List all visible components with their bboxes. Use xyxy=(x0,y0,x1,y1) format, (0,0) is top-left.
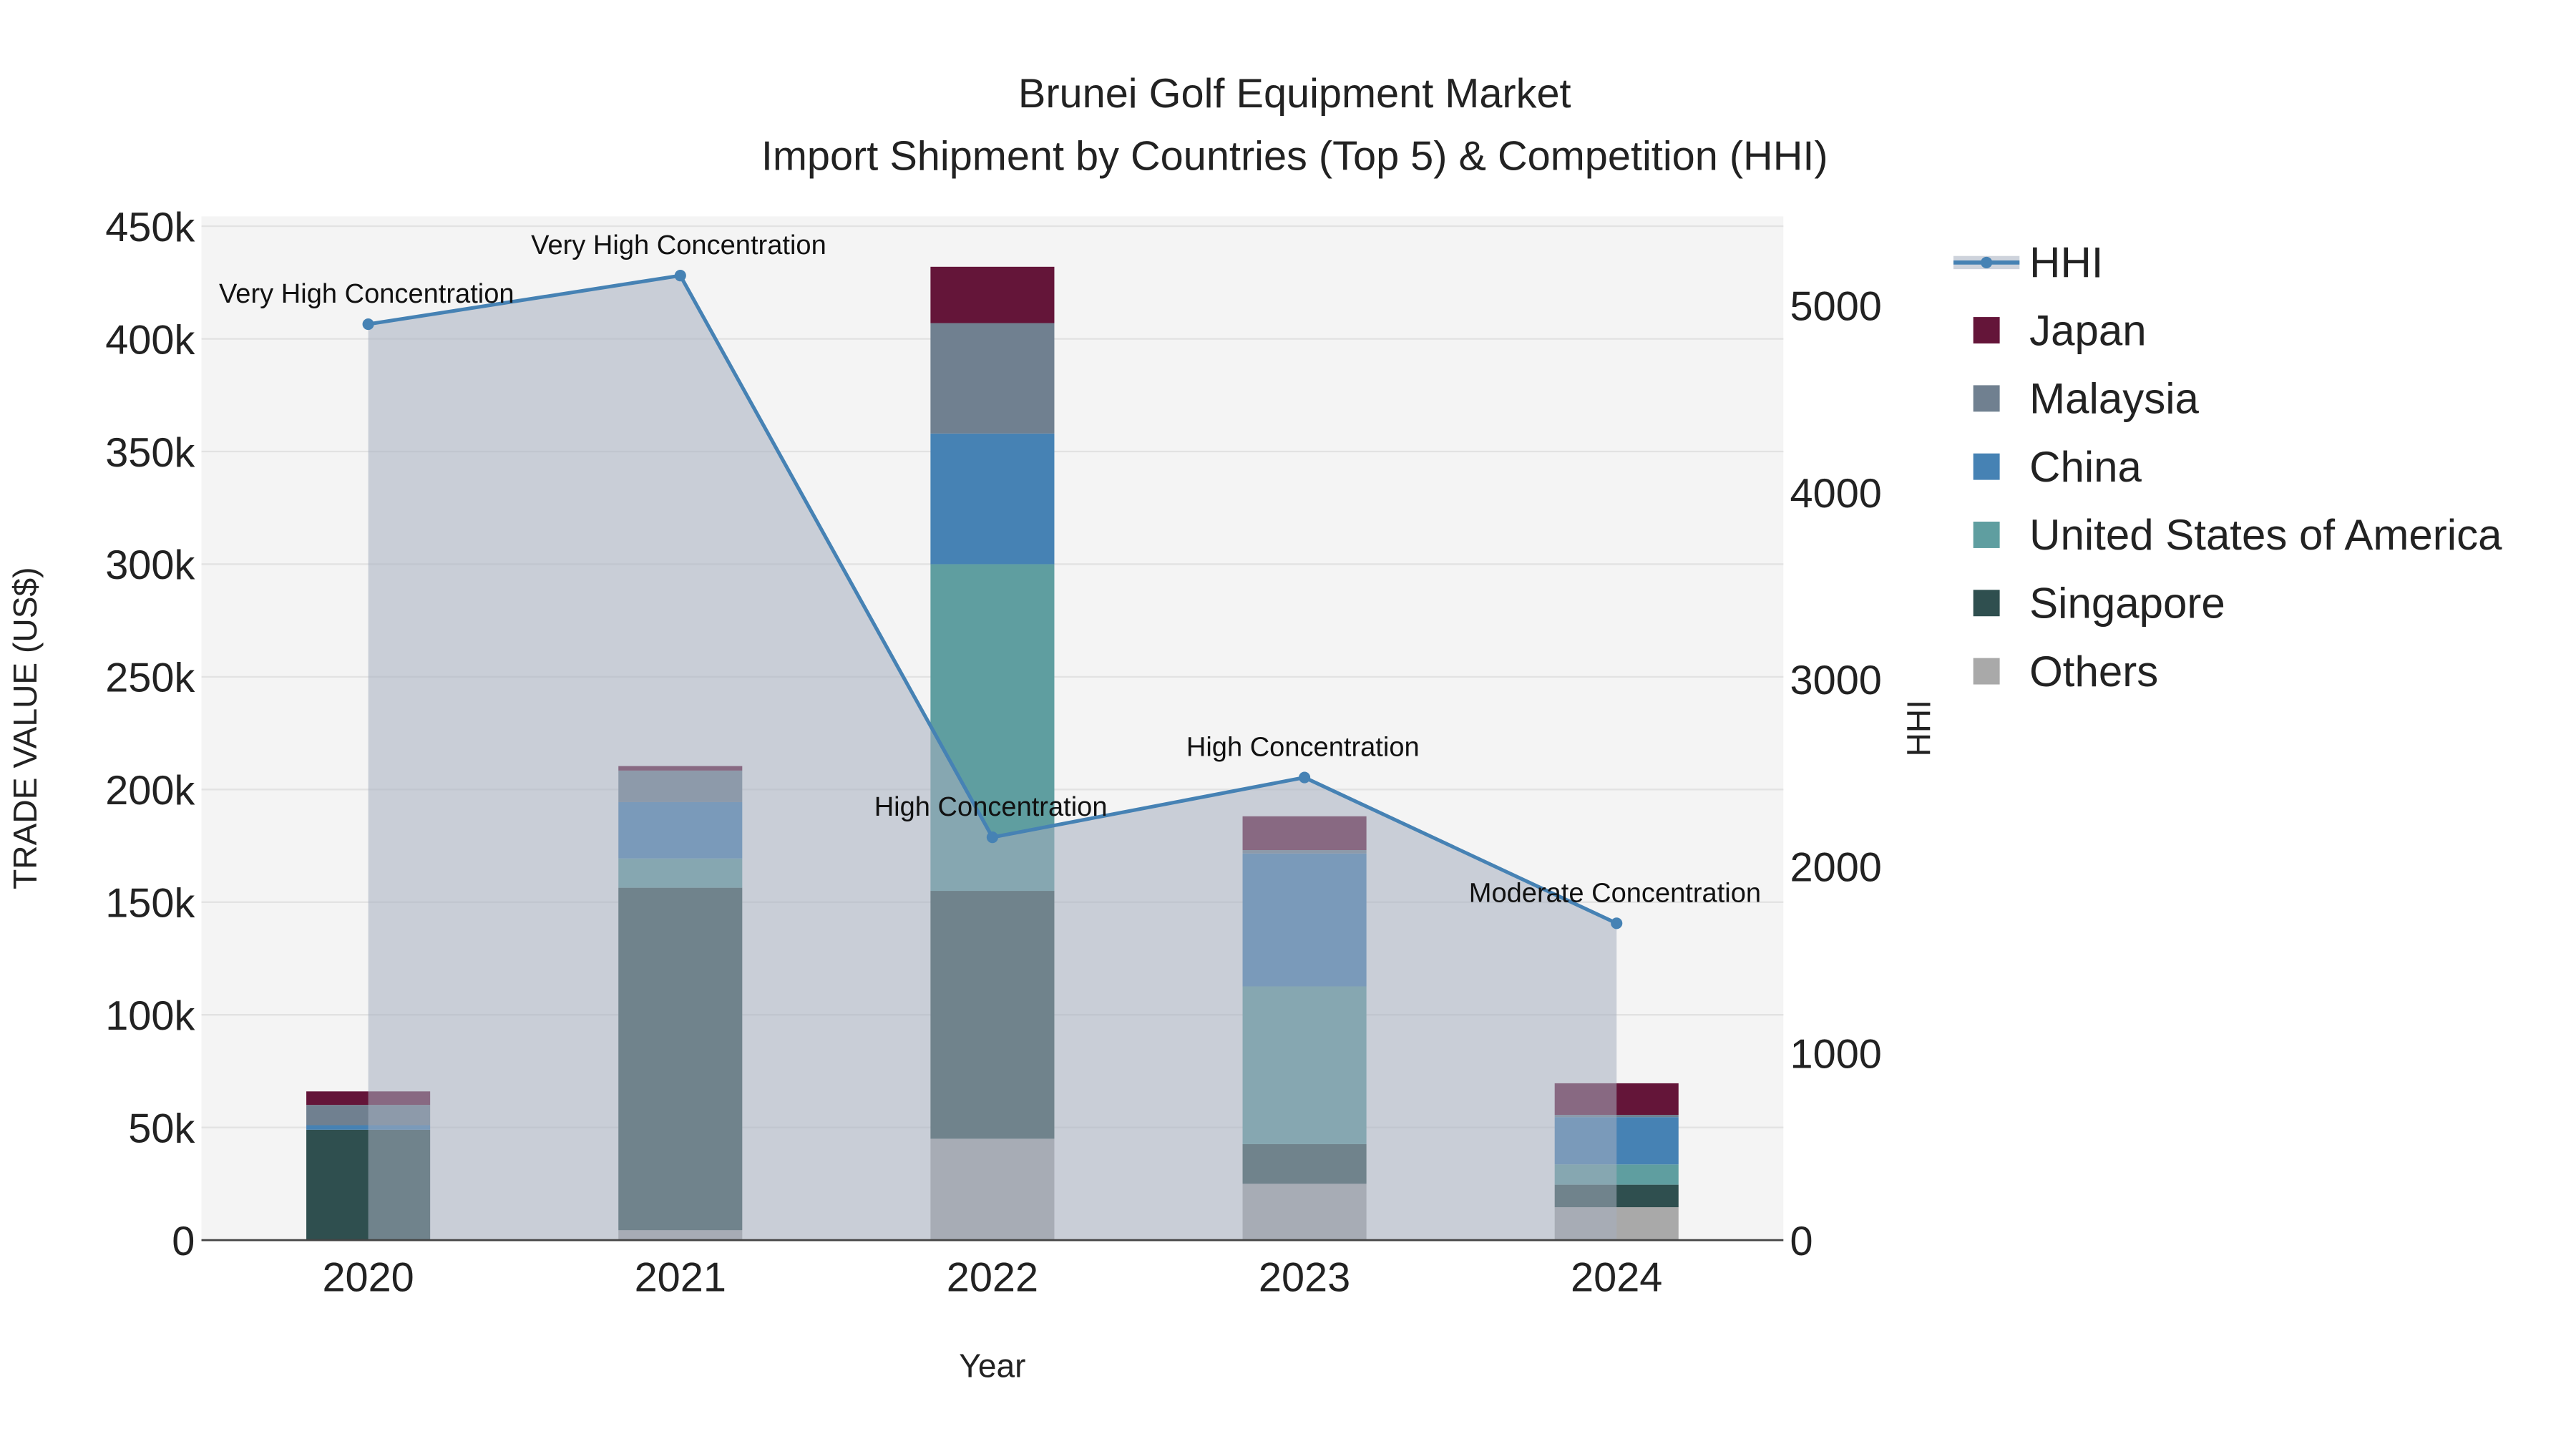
chart: Very High Concentration Very High Concent… xyxy=(6,71,2502,1385)
y2-tick-label: 1000 xyxy=(1790,1032,1882,1078)
x-tick-label: 2020 xyxy=(322,1255,414,1301)
legend-item-japan[interactable]: Japan xyxy=(2029,306,2146,354)
y-tick-label: 450k xyxy=(105,205,195,250)
bar-malaysia-2022[interactable] xyxy=(930,323,1055,434)
y-tick-label: 100k xyxy=(105,993,195,1039)
y2-tick-label: 0 xyxy=(1790,1219,1813,1264)
y-tick-label: 150k xyxy=(105,881,195,927)
legend-item-singapore[interactable]: Singapore xyxy=(2029,580,2225,628)
x-tick-label: 2024 xyxy=(1571,1255,1662,1301)
y2-tick-label: 3000 xyxy=(1790,658,1882,703)
chart-subtitle: Import Shipment by Countries (Top 5) & C… xyxy=(761,134,1828,180)
legend-item-malaysia[interactable]: Malaysia xyxy=(2029,375,2199,423)
legend-swatch xyxy=(1973,658,2000,685)
y-tick-label: 300k xyxy=(105,542,195,588)
chart-title: Brunei Golf Equipment Market xyxy=(1018,71,1571,117)
x-tick-label: 2021 xyxy=(635,1255,726,1301)
hhi-annotation: High Concentration xyxy=(1186,733,1420,763)
legend-swatch xyxy=(1973,317,2000,343)
hhi-annotation: Very High Concentration xyxy=(531,230,826,260)
legend-swatch xyxy=(1973,590,2000,617)
y-axis-label: TRADE VALUE (US$) xyxy=(6,567,44,889)
y-tick-label: 400k xyxy=(105,317,195,363)
bar-china-2022[interactable] xyxy=(930,433,1055,565)
legend-item-united-states-of-america[interactable]: United States of America xyxy=(2029,511,2502,559)
legend-swatch xyxy=(1973,453,2000,480)
y-tick-label: 200k xyxy=(105,768,195,814)
x-tick-label: 2022 xyxy=(947,1255,1038,1301)
hhi-point-2024[interactable] xyxy=(1611,917,1623,930)
y2-tick-label: 4000 xyxy=(1790,471,1882,517)
x-tick-label: 2023 xyxy=(1259,1255,1350,1301)
legend-item-others[interactable]: Others xyxy=(2029,648,2158,696)
hhi-point-2023[interactable] xyxy=(1299,771,1311,784)
legend-item-hhi[interactable]: HHI xyxy=(2029,239,2103,287)
hhi-point-2020[interactable] xyxy=(362,318,374,331)
hhi-annotation: Very High Concentration xyxy=(219,279,514,309)
y2-tick-label: 2000 xyxy=(1790,844,1882,890)
y2-axis-label: HHI xyxy=(1901,700,1938,756)
legend-swatch xyxy=(1973,385,2000,412)
x-axis-label: Year xyxy=(959,1347,1025,1385)
legend-swatch xyxy=(1973,522,2000,548)
hhi-point-2022[interactable] xyxy=(986,831,998,844)
bar-japan-2022[interactable] xyxy=(930,266,1055,323)
legend-item-china[interactable]: China xyxy=(2029,443,2142,491)
legend-hhi-marker xyxy=(1981,256,1993,268)
hhi-point-2021[interactable] xyxy=(674,270,686,282)
y2-tick-label: 5000 xyxy=(1790,284,1882,330)
y-tick-label: 250k xyxy=(105,655,195,701)
hhi-annotation: Moderate Concentration xyxy=(1469,878,1761,908)
y-tick-label: 50k xyxy=(128,1106,195,1151)
y-tick-label: 0 xyxy=(172,1219,195,1264)
hhi-annotation: High Concentration xyxy=(874,792,1108,822)
y-tick-label: 350k xyxy=(105,430,195,476)
